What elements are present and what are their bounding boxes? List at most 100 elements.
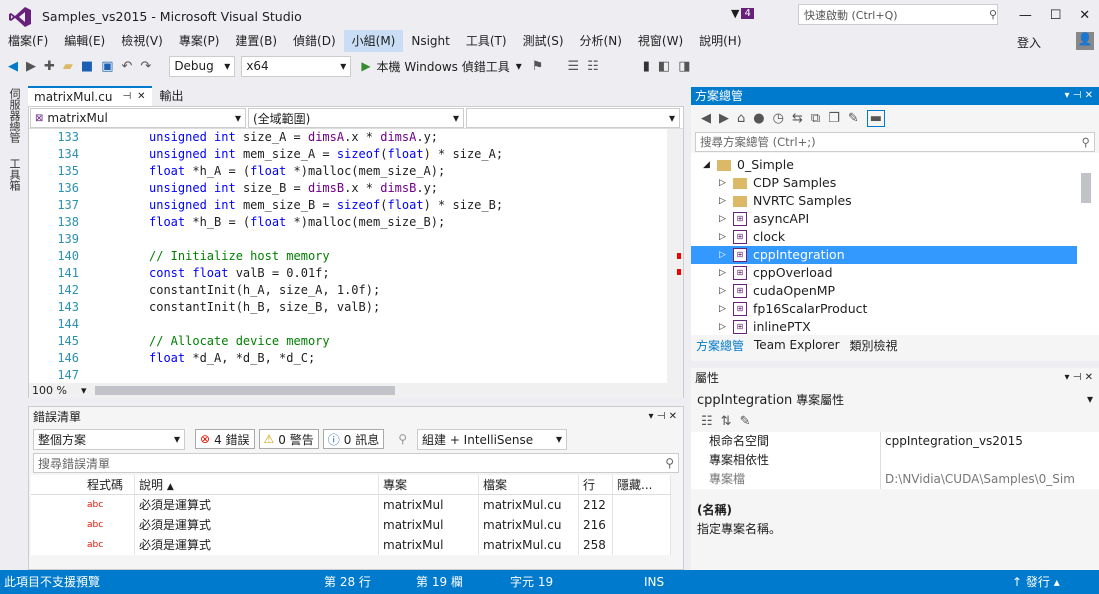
warnings-filter-button[interactable]: ⚠ 0 警告 (258, 429, 319, 449)
col-suppress[interactable]: 隱藏... (613, 475, 671, 494)
tab-solution-explorer[interactable]: 方案總管 (691, 337, 749, 354)
bookmark-icon[interactable]: ▮ (643, 59, 650, 74)
save-all-icon[interactable]: ▣ (101, 59, 113, 74)
tree-item-clock[interactable]: ▷ ⊞ clock (719, 228, 1079, 246)
menu-view[interactable]: 檢視(V) (113, 30, 171, 52)
col-desc[interactable]: 說明 ▲ (135, 475, 379, 494)
table-row[interactable]: abc 必須是運算式 matrixMul matrixMul.cu 212 (31, 495, 671, 515)
pin-icon[interactable]: ⊣ (122, 88, 131, 106)
start-debug-button[interactable]: ▶ 本機 Windows 偵錯工具 ▾ (361, 58, 521, 75)
tab-matrixmul[interactable]: matrixMul.cu ⊣ ✕ (28, 86, 152, 106)
code-area[interactable]: 133 unsigned int size_A = dimsA.x * dimsA… (29, 129, 683, 384)
table-row[interactable]: abc 必須是運算式 matrixMul matrixMul.cu 258 (31, 535, 671, 555)
minimize-icon[interactable]: — (1019, 8, 1032, 23)
sync-icon[interactable]: ● (753, 111, 764, 126)
history-icon[interactable]: ◷ (773, 111, 784, 126)
menu-help[interactable]: 說明(H) (691, 30, 749, 52)
col-code[interactable]: 程式碼 (83, 475, 135, 494)
scope-select[interactable]: ⊠ matrixMul ▾ (30, 108, 246, 128)
close-icon[interactable]: ✕ (1079, 8, 1090, 23)
col-project[interactable]: 專案 (379, 475, 479, 494)
new-project-icon[interactable]: ✚ (44, 59, 55, 74)
menu-build[interactable]: 建置(B) (227, 30, 285, 52)
tree-item-cudaopenmp[interactable]: ▷ ⊞ cudaOpenMP (719, 282, 1079, 300)
maximize-icon[interactable]: ☐ (1050, 8, 1062, 23)
next-bookmark-icon[interactable]: ◨ (678, 59, 690, 74)
properties-icon[interactable]: ✎ (848, 111, 859, 126)
close-icon[interactable]: ✕ (137, 88, 145, 106)
server-explorer-tab[interactable]: 伺服器總管 (6, 88, 22, 143)
tree-item-cppintegration[interactable]: ▷ ⊞ cppIntegration (691, 246, 1077, 264)
login-link[interactable]: 登入 (1017, 34, 1041, 51)
find-icon[interactable]: ⚑ (532, 59, 544, 74)
prev-bookmark-icon[interactable]: ◧ (658, 59, 670, 74)
avatar-icon[interactable]: 👤 (1076, 32, 1094, 50)
panel-controls[interactable]: ▾ ⊣ ✕ (1065, 87, 1099, 105)
menu-team[interactable]: 小組(M) (343, 30, 404, 52)
zoom-select[interactable]: 100 % ▾ (29, 384, 89, 397)
properties-object-select[interactable]: cppIntegration 專案屬性 ▾ (691, 388, 1099, 410)
publish-button[interactable]: ↑ 發行 ▴ (1012, 570, 1060, 594)
back-icon[interactable]: ◀ (8, 59, 18, 74)
alphabetical-icon[interactable]: ⇅ (721, 414, 732, 429)
home-icon[interactable]: ⌂ (737, 111, 745, 126)
property-row[interactable]: 專案檔 D:\NVidia\CUDA\Samples\0_Sim (691, 470, 1099, 489)
tree-item-fp16scalarproduct[interactable]: ▷ ⊞ fp16ScalarProduct (719, 300, 1079, 318)
error-scope-select[interactable]: 整個方案 ▾ (33, 428, 185, 450)
show-files-icon[interactable]: ❐ (828, 111, 840, 126)
categorized-icon[interactable]: ☷ (701, 414, 713, 429)
filter-icon[interactable]: ⚲ (398, 432, 407, 446)
errors-filter-button[interactable]: ⊗ 4 錯誤 (195, 429, 255, 449)
menu-file[interactable]: 檔案(F) (0, 30, 56, 52)
preview-icon[interactable]: ▬ (866, 109, 886, 127)
tree-scrollbar-thumb[interactable] (1081, 173, 1091, 203)
menu-project[interactable]: 專案(P) (171, 30, 228, 52)
align-icon[interactable]: ☰ (567, 59, 579, 74)
property-row[interactable]: 根命名空間 cppIntegration_vs2015 (691, 432, 1099, 451)
tab-output[interactable]: 輸出 (152, 86, 192, 106)
tab-class-view[interactable]: 類別檢視 (845, 337, 903, 354)
horizontal-scrollbar[interactable] (95, 386, 395, 395)
menu-window[interactable]: 視窗(W) (630, 30, 691, 52)
editor-vertical-scrollbar[interactable] (667, 129, 683, 384)
collapse-icon[interactable]: ⧉ (811, 111, 820, 126)
tree-item-asyncapi[interactable]: ▷ ⊞ asyncAPI (719, 210, 1079, 228)
menu-debug[interactable]: 偵錯(D) (285, 30, 344, 52)
property-row[interactable]: 專案相依性 (691, 451, 1099, 470)
messages-filter-button[interactable]: ⓘ 0 訊息 (322, 429, 385, 449)
solution-search-input[interactable]: 搜尋方案總管 (Ctrl+;) ⚲ (695, 132, 1095, 152)
menu-analyze[interactable]: 分析(N) (572, 30, 630, 52)
comment-icon[interactable]: ☷ (587, 59, 599, 74)
panel-controls[interactable]: ▾ ⊣ ✕ (1065, 368, 1099, 388)
redo-icon[interactable]: ↷ (140, 59, 151, 74)
refresh-icon[interactable]: ⇆ (792, 111, 803, 126)
table-row[interactable]: abc 必須是運算式 matrixMul matrixMul.cu 216 (31, 515, 671, 535)
tree-item-0-simple[interactable]: ◢ 0_Simple (703, 156, 1083, 174)
back-icon[interactable]: ◀ (701, 111, 711, 126)
col-line[interactable]: 行 (579, 475, 613, 494)
tree-item-cppoverload[interactable]: ▷ ⊞ cppOverload (719, 264, 1079, 282)
col-file[interactable]: 檔案 (479, 475, 579, 494)
menu-tools[interactable]: 工具(T) (458, 30, 515, 52)
tree-item-inlineptx[interactable]: ▷ ⊞ inlinePTX (719, 318, 1079, 336)
platform-select[interactable]: x64 ▾ (241, 55, 352, 77)
tree-item-nvrtc-samples[interactable]: ▷ NVRTC Samples (719, 192, 1079, 210)
member-select[interactable]: (全域範圍) ▾ (248, 108, 464, 128)
panel-controls[interactable]: ▾ ⊣ ✕ (649, 407, 683, 427)
open-folder-icon[interactable]: ▰ (63, 59, 73, 74)
toolbox-tab[interactable]: 工具箱 (6, 158, 22, 191)
menu-test[interactable]: 測試(S) (515, 30, 572, 52)
quick-launch-input[interactable]: 快速啟動 (Ctrl+Q) ⚲ (798, 4, 998, 25)
undo-icon[interactable]: ↶ (122, 59, 133, 74)
error-source-select[interactable]: 組建 + IntelliSense ▾ (417, 428, 567, 450)
menu-edit[interactable]: 編輯(E) (56, 30, 113, 52)
menu-nsight[interactable]: Nsight (403, 30, 458, 52)
property-pages-icon[interactable]: ✎ (740, 414, 751, 429)
forward-icon[interactable]: ▶ (719, 111, 729, 126)
forward-icon[interactable]: ▶ (26, 59, 36, 74)
save-icon[interactable]: ■ (81, 59, 93, 74)
configuration-select[interactable]: Debug ▾ (169, 55, 236, 77)
error-search-input[interactable]: 搜尋錯誤清單 ⚲ (33, 453, 679, 473)
tab-team-explorer[interactable]: Team Explorer (749, 338, 845, 352)
tree-item-cdp-samples[interactable]: ▷ CDP Samples (719, 174, 1079, 192)
